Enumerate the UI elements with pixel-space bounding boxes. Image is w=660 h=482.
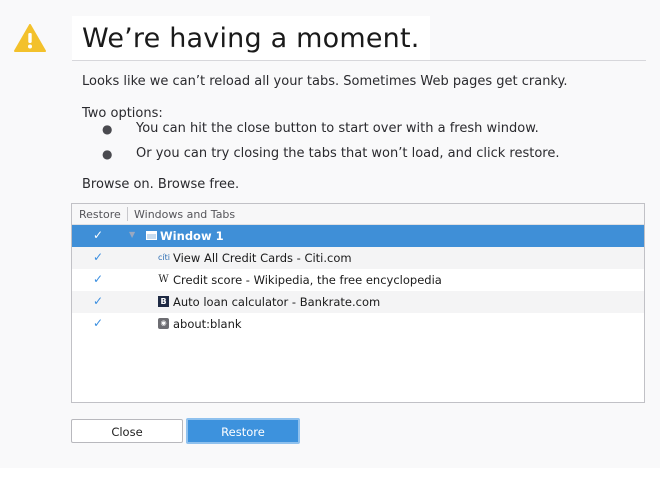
tabs-tree[interactable]: Restore Windows and Tabs ✓ ▼ Window 1 ✓ … xyxy=(71,203,645,403)
wikipedia-favicon-icon: W xyxy=(158,274,169,285)
outro-text: Browse on. Browse free. xyxy=(82,177,240,192)
warning-triangle-icon xyxy=(14,24,46,52)
options-heading: Two options: xyxy=(82,106,163,121)
checkmark-icon[interactable]: ✓ xyxy=(93,272,103,286)
window-label: Window 1 xyxy=(160,229,224,243)
expand-triangle-icon[interactable]: ▼ xyxy=(129,230,135,239)
title-divider xyxy=(72,60,646,61)
column-separator xyxy=(127,207,128,221)
tree-row-tab[interactable]: ✓ W Credit score - Wikipedia, the free e… xyxy=(72,269,644,291)
option-close-text: You can hit the close button to start ov… xyxy=(136,121,539,136)
checkmark-icon[interactable]: ✓ xyxy=(93,250,103,264)
intro-text: Looks like we can’t reload all your tabs… xyxy=(82,74,568,89)
tab-label: View All Credit Cards - Citi.com xyxy=(173,251,352,265)
option-restore-text: Or you can try closing the tabs that won… xyxy=(136,146,560,161)
checkmark-icon[interactable]: ✓ xyxy=(93,294,103,308)
tree-header: Restore Windows and Tabs xyxy=(72,204,644,225)
close-button[interactable]: Close xyxy=(71,419,183,443)
tree-row-tab[interactable]: ✓ B Auto loan calculator - Bankrate.com xyxy=(72,291,644,313)
tree-row-window[interactable]: ✓ ▼ Window 1 xyxy=(72,225,644,247)
column-header-restore[interactable]: Restore xyxy=(79,208,121,221)
citi-favicon-icon: cíti xyxy=(158,253,170,262)
blank-page-favicon-icon: ◉ xyxy=(158,318,169,329)
tab-label: Credit score - Wikipedia, the free encyc… xyxy=(173,273,442,287)
tab-label: about:blank xyxy=(173,317,242,331)
tree-row-tab[interactable]: ✓ ◉ about:blank xyxy=(72,313,644,335)
tree-row-tab[interactable]: ✓ cíti View All Credit Cards - Citi.com xyxy=(72,247,644,269)
column-header-windows-and-tabs[interactable]: Windows and Tabs xyxy=(134,208,235,221)
bullet-icon: ● xyxy=(102,147,113,161)
restore-button[interactable]: Restore xyxy=(186,418,300,444)
page-title: We’re having a moment. xyxy=(82,23,420,54)
session-restore-page: We’re having a moment. Looks like we can… xyxy=(0,0,660,468)
checkmark-icon[interactable]: ✓ xyxy=(93,316,103,330)
bullet-icon: ● xyxy=(102,122,113,136)
tab-label: Auto loan calculator - Bankrate.com xyxy=(173,295,381,309)
bankrate-favicon-icon: B xyxy=(158,296,169,307)
checkmark-icon[interactable]: ✓ xyxy=(93,228,103,242)
window-icon xyxy=(146,231,157,240)
